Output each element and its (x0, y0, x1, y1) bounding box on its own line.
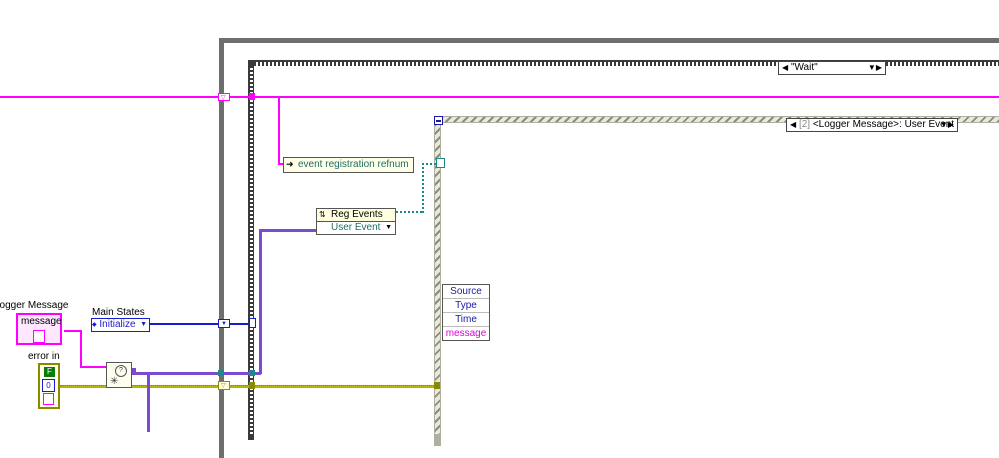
tunnel-icon[interactable] (218, 370, 224, 376)
event-case-index: [2] (798, 119, 811, 130)
dropdown-arrow-icon[interactable]: ▼ (140, 319, 147, 331)
message-wire-c[interactable] (80, 366, 106, 368)
user-event-wire-b[interactable] (259, 229, 262, 374)
tunnel-icon[interactable] (249, 370, 255, 376)
reg-events-header: ⇅ Reg Events (316, 208, 396, 222)
tunnel-icon[interactable] (434, 382, 440, 389)
unbundle-item-type[interactable]: Type (443, 299, 489, 313)
case-structure-left-hatch (250, 66, 253, 436)
event-case-name: <Logger Message>: User Event (812, 119, 955, 130)
decrement-arrow-icon[interactable]: ◀ (782, 63, 788, 72)
enum-increment-icon[interactable]: ◆ (92, 322, 97, 328)
sparkle-glyph: ✳ (110, 376, 119, 387)
case-selector[interactable]: ◀ "Wait" ▼▶ (778, 61, 886, 75)
error-in-label: error in (28, 351, 60, 362)
event-registration-refnum-label: event registration refnum (298, 159, 409, 170)
event-structure-frame (434, 116, 999, 446)
dropdown-arrow-icon[interactable]: ▼▶ (868, 62, 882, 74)
logger-message-field-label: message (21, 316, 62, 327)
user-event-wire-c[interactable] (259, 229, 317, 232)
shift-register-icon[interactable]: ▽ (218, 381, 230, 390)
user-event-wire-down[interactable] (147, 372, 150, 432)
event-dynamic-terminal-icon[interactable] (436, 158, 445, 168)
event-reg-wire-a[interactable] (396, 211, 422, 213)
message-wire-b[interactable] (80, 330, 82, 368)
shift-register-icon[interactable]: ▽ (218, 93, 230, 101)
arrow-right-icon: ➜ (286, 159, 294, 169)
event-reg-wire-b[interactable] (422, 163, 424, 213)
error-in-cluster-control[interactable]: F 0 (38, 363, 60, 409)
dropdown-arrow-icon[interactable]: ▼▶ (940, 119, 954, 131)
dropdown-arrow-icon[interactable]: ▼ (385, 222, 392, 234)
event-timeout-icon (434, 116, 443, 125)
logger-message-label: Logger Message (0, 300, 69, 311)
error-code-numeric[interactable]: 0 (42, 379, 55, 392)
reg-events-title: Reg Events (331, 209, 383, 220)
error-source-string[interactable] (43, 393, 54, 405)
event-case-selector[interactable]: ◀ [2] <Logger Message>: User Event ▼▶ (786, 118, 958, 132)
enum-wire[interactable] (148, 323, 252, 325)
logger-message-cluster-control[interactable]: message (16, 313, 62, 345)
case-selector-value: "Wait" (790, 62, 818, 73)
decrement-arrow-icon[interactable]: ◀ (790, 120, 796, 129)
tunnel-icon[interactable] (249, 93, 255, 100)
message-wire-a[interactable] (64, 330, 80, 332)
reg-events-icon: ⇅ (319, 210, 326, 219)
main-states-label: Main States (92, 307, 145, 318)
event-registration-refnum-indicator[interactable]: ➜ event registration refnum (283, 157, 414, 173)
unbundle-item-message[interactable]: message (443, 327, 489, 340)
tunnel-icon[interactable] (249, 382, 255, 389)
reg-events-input[interactable]: User Event ▼ (316, 222, 396, 235)
main-states-value: Initialize (99, 319, 136, 330)
reg-events-input-label: User Event (331, 222, 381, 233)
case-structure-hatch (254, 62, 999, 66)
unbundle-by-name-node[interactable]: Source Type Time message (442, 284, 490, 341)
refnum-wire-top[interactable] (0, 96, 999, 98)
unbundle-item-time[interactable]: Time (443, 313, 489, 327)
user-event-wire-a[interactable] (131, 372, 261, 375)
error-status-boolean[interactable]: F (44, 367, 55, 377)
case-selector-terminal[interactable] (249, 318, 256, 328)
create-user-event-icon[interactable]: ? ✳ (106, 362, 132, 388)
event-reg-wire-c[interactable] (422, 163, 436, 165)
register-for-events-node[interactable]: ⇅ Reg Events User Event ▼ (316, 208, 396, 235)
unbundle-item-source[interactable]: Source (443, 285, 489, 299)
refnum-branch-wire[interactable] (278, 96, 280, 164)
string-terminal-icon (33, 330, 45, 343)
main-states-enum-control[interactable]: ◆ Initialize ▼ (91, 318, 150, 332)
node-output-terminal (132, 368, 136, 374)
shift-register-icon[interactable]: ▼ (218, 319, 230, 328)
